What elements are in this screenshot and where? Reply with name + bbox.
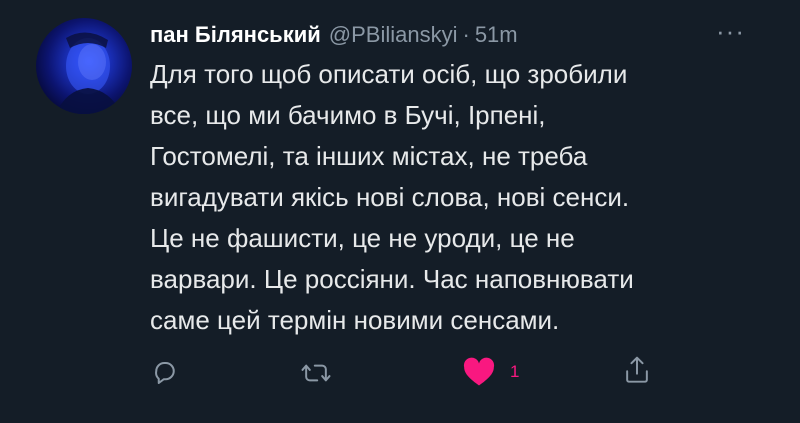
separator-dot: ·	[462, 22, 470, 47]
tweet-text: Для того щоб описати осіб, що зробили вс…	[150, 59, 634, 335]
like-button[interactable]: 1	[462, 356, 519, 388]
display-name[interactable]: пан Білянський	[150, 22, 321, 48]
timestamp[interactable]: 51m	[475, 22, 518, 48]
tweet-card[interactable]: пан Білянський @PBilianskyi · 51m ··· Дл…	[0, 0, 800, 423]
heart-filled-icon	[463, 357, 495, 386]
retweet-icon	[301, 364, 331, 382]
tweet-actions: 1	[0, 350, 800, 400]
reply-button[interactable]	[150, 358, 180, 388]
tweet-header: пан Білянський @PBilianskyi · 51m	[150, 22, 518, 48]
more-options-icon[interactable]: ···	[716, 16, 745, 47]
like-count: 1	[510, 362, 520, 381]
avatar-portrait	[56, 32, 122, 114]
share-icon	[626, 356, 648, 383]
share-button[interactable]	[622, 354, 652, 386]
reply-icon	[155, 362, 175, 384]
avatar[interactable]	[36, 18, 132, 114]
retweet-button[interactable]	[300, 358, 332, 388]
user-handle[interactable]: @PBilianskyi	[329, 22, 458, 48]
